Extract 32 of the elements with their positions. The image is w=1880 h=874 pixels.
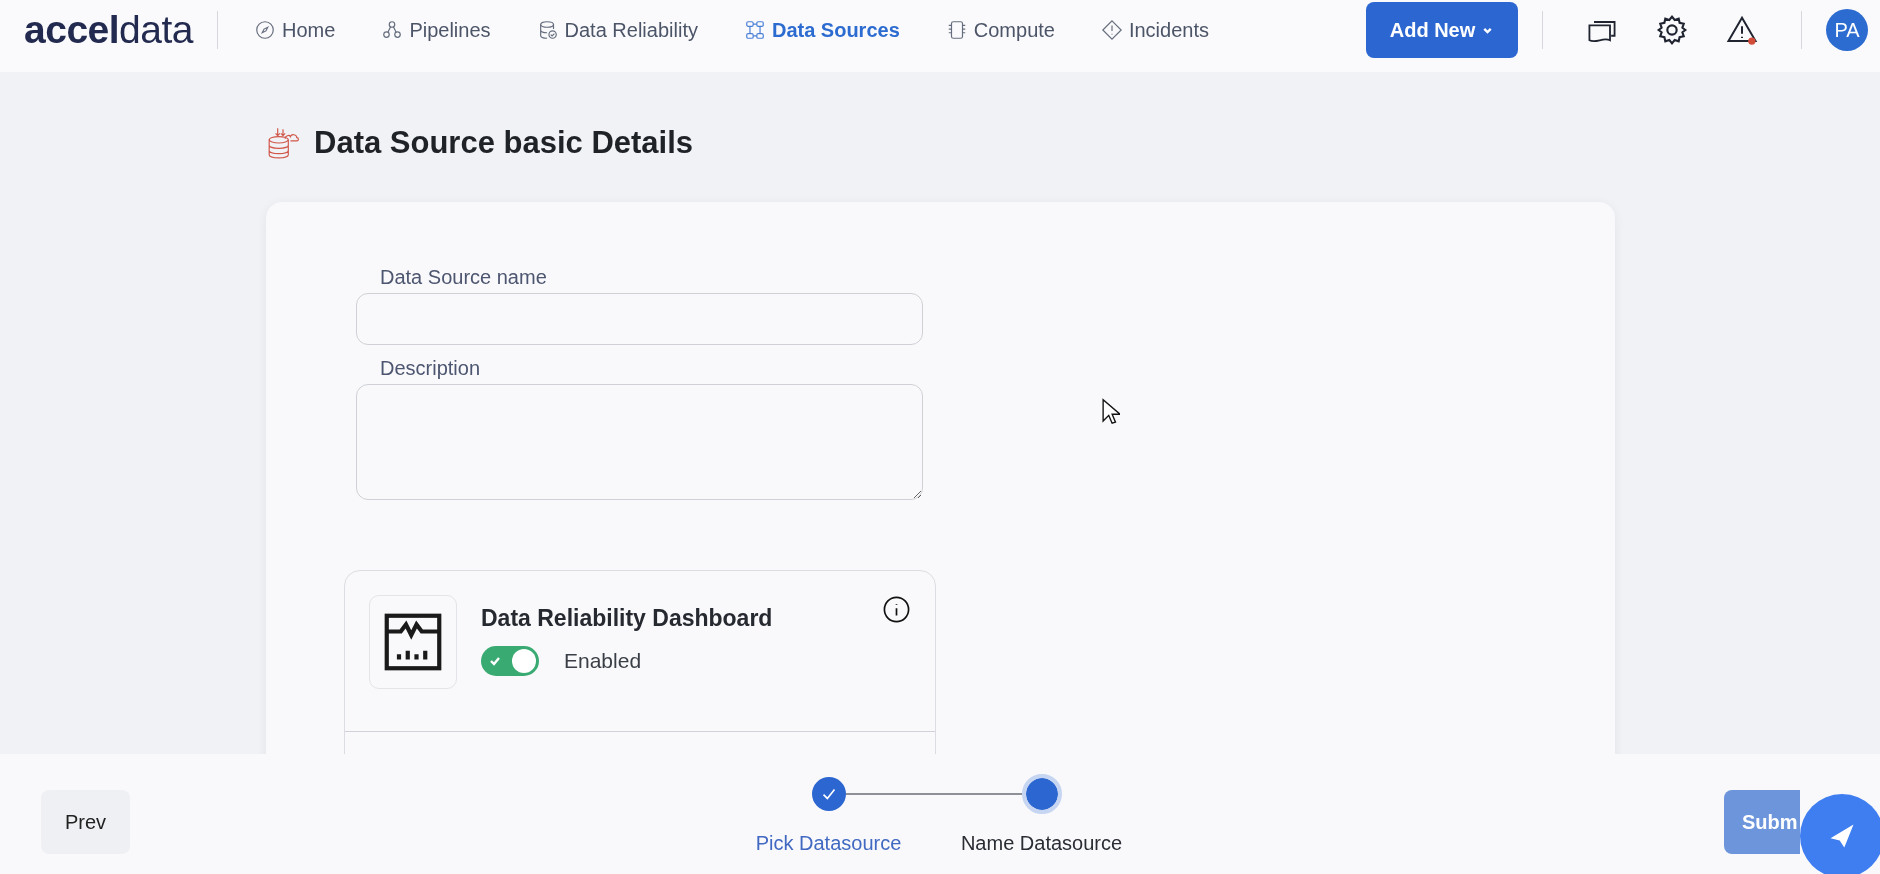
warning-diamond-icon [1100, 19, 1123, 41]
nav-tab[interactable]: Data Reliability [536, 18, 698, 42]
enable-toggle[interactable] [481, 646, 539, 676]
field-label: Data Source name [380, 266, 548, 289]
check-icon [489, 655, 501, 667]
toggle-label: Enabled [564, 649, 642, 673]
compass-icon [254, 19, 276, 41]
step-label: Name Datasource [960, 832, 1123, 855]
user-avatar[interactable]: PA [1826, 9, 1868, 51]
step-label: Pick Datasource [755, 832, 902, 855]
dashboard-icon [369, 595, 457, 689]
add-new-button[interactable]: Add New [1366, 2, 1518, 58]
cursor-icon [1102, 398, 1120, 426]
nav-tab[interactable]: Data Sources [743, 18, 900, 42]
chat-launcher[interactable] [1800, 794, 1880, 874]
nodes-icon [381, 19, 404, 41]
database-cloud-icon [266, 126, 300, 160]
page-title: Data Source basic Details [314, 125, 694, 161]
alert-icon[interactable] [1726, 14, 1758, 46]
info-icon[interactable] [882, 595, 911, 624]
field-label: Description [380, 357, 482, 380]
nav-tab[interactable]: Pipelines [381, 18, 491, 42]
name-input[interactable] [356, 293, 923, 345]
prev-button[interactable]: Prev [41, 790, 130, 854]
feature-title: Data Reliability Dashboard [481, 605, 774, 632]
description-input[interactable] [356, 384, 923, 500]
grid-nodes-icon [743, 19, 766, 41]
settings-icon[interactable] [1656, 14, 1688, 46]
nav-tab[interactable]: Compute [945, 18, 1055, 42]
logo[interactable]: acceldata [24, 8, 193, 52]
nav-tab[interactable]: Incidents [1100, 18, 1209, 42]
nav-tab[interactable]: Home [254, 18, 336, 42]
